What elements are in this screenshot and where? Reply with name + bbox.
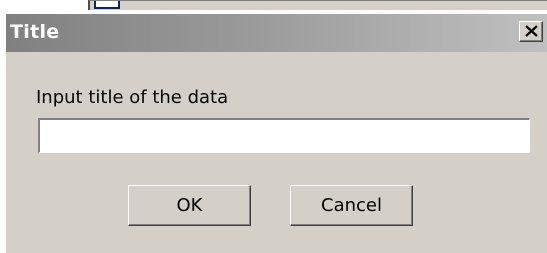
ok-button[interactable]: OK [128, 185, 251, 226]
prompt-label: Input title of the data [36, 87, 229, 108]
title-input[interactable] [38, 118, 530, 153]
dialog-title: Title [10, 21, 60, 43]
close-icon [525, 25, 538, 37]
dialog-titlebar[interactable]: Title [6, 14, 547, 52]
background-window-edge [88, 0, 547, 10]
close-button[interactable] [519, 21, 543, 42]
title-dialog: Title Input title of the data OK Cancel [6, 14, 547, 253]
background-window-corner [94, 1, 120, 9]
cancel-button[interactable]: Cancel [290, 185, 413, 226]
